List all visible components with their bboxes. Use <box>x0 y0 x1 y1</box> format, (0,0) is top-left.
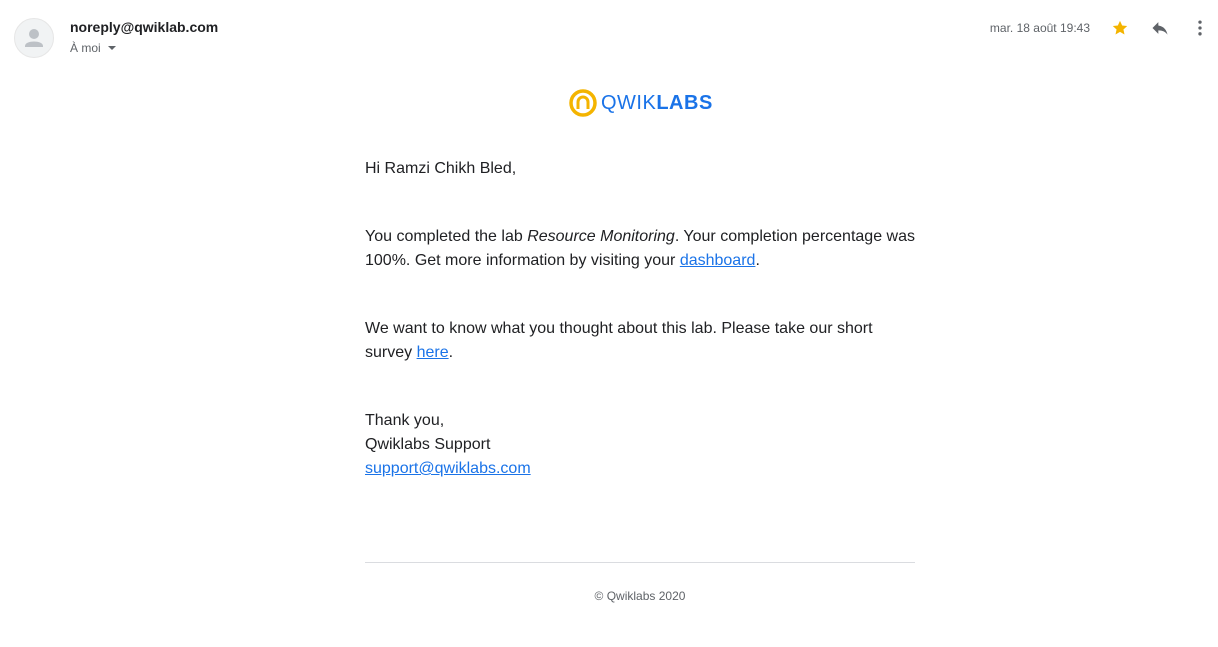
thanks-line: Thank you, <box>365 412 445 429</box>
reply-icon[interactable] <box>1149 17 1171 39</box>
greeting: Hi Ramzi Chikh Bled, <box>365 160 517 177</box>
email-date: mar. 18 août 19:43 <box>989 21 1090 35</box>
completion-prefix: You completed the lab <box>365 228 528 245</box>
survey-link[interactable]: here <box>417 344 449 361</box>
logo-text: QWIKLABS <box>601 92 713 115</box>
sender-address: noreply@qwiklab.com <box>70 19 219 35</box>
footer-divider <box>365 562 915 563</box>
qwiklabs-logo-mark-icon <box>569 89 597 117</box>
logo-text-labs: LABS <box>656 91 713 114</box>
email-view: noreply@qwiklab.com À moi mar. 18 août 1… <box>0 0 1218 647</box>
logo-text-qwik: QWIK <box>601 91 657 114</box>
signature-line: Qwiklabs Support <box>365 436 491 453</box>
sender-avatar-icon[interactable] <box>14 18 54 58</box>
support-email-link[interactable]: support@qwiklabs.com <box>365 460 531 477</box>
lab-name: Resource Monitoring <box>527 228 675 245</box>
email-body: Hi Ramzi Chikh Bled, You completed the l… <box>365 157 915 481</box>
recipient-label: À moi <box>70 41 101 55</box>
qwiklabs-logo: QWIKLABS <box>569 88 713 118</box>
more-vert-icon[interactable] <box>1189 17 1211 39</box>
star-icon[interactable] <box>1109 17 1131 39</box>
completion-paragraph: You completed the lab Resource Monitorin… <box>365 225 915 273</box>
chevron-down-icon <box>107 46 116 50</box>
dashboard-link[interactable]: dashboard <box>680 252 756 269</box>
footer-copyright: © Qwiklabs 2020 <box>594 589 686 603</box>
survey-suffix: . <box>448 344 454 361</box>
recipient-dropdown[interactable]: À moi <box>70 41 116 55</box>
completion-suffix: . <box>755 252 760 269</box>
survey-paragraph: We want to know what you thought about t… <box>365 317 915 365</box>
